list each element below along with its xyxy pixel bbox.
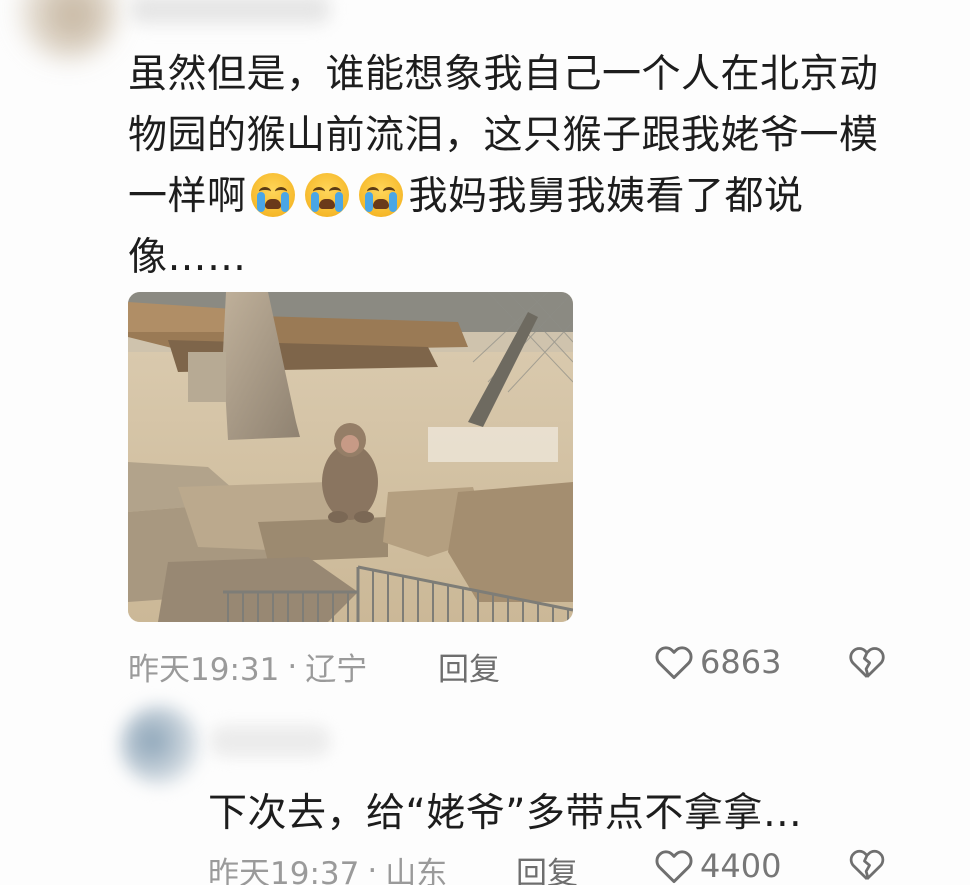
like-button[interactable]: 6863 <box>652 640 781 684</box>
loudly-crying-face-icon <box>358 173 403 217</box>
loudly-crying-face-icon <box>250 173 295 217</box>
comment-time: 昨天19:37 <box>208 856 360 885</box>
reply-button[interactable]: 回复 <box>438 644 500 689</box>
comment-location: 辽宁 <box>305 652 368 688</box>
heart-icon <box>655 850 693 884</box>
like-count: 4400 <box>700 847 782 885</box>
comment-meta: 昨天19:37 · 山东 <box>208 848 447 885</box>
comment-meta: 昨天19:31 · 辽宁 <box>128 644 367 689</box>
heart-icon <box>655 646 693 680</box>
reply-comment-text: 下次去，给“姥爷”多带点不拿拿… <box>208 791 803 836</box>
like-button[interactable]: 4400 <box>652 844 781 885</box>
broken-heart-icon[interactable] <box>846 844 888 885</box>
comment-text-fragment: 我妈我舅我姨看了都说 <box>408 174 804 219</box>
blurred-username[interactable] <box>210 725 330 757</box>
blurred-username[interactable] <box>130 0 330 24</box>
comment-line: 像…… <box>128 235 247 280</box>
monkey-photo-image <box>128 292 573 622</box>
meta-separator: · <box>287 648 298 685</box>
meta-separator: · <box>367 852 378 885</box>
comment-text-fragment: 一样啊 <box>128 174 247 219</box>
loudly-crying-face-icon <box>304 173 349 217</box>
comment-thread: 虽然但是，谁能想象我自己一个人在北京动 物园的猴山前流泪，这只猴子跟我姥爷一模 … <box>0 0 970 885</box>
like-count: 6863 <box>700 643 782 681</box>
blurred-avatar[interactable] <box>18 0 118 60</box>
blurred-avatar[interactable] <box>120 705 200 785</box>
comment-line: 物园的猴山前流泪，这只猴子跟我姥爷一模 <box>128 113 879 158</box>
comment-line: 虽然但是，谁能想象我自己一个人在北京动 <box>128 52 879 97</box>
comment-body: 虽然但是，谁能想象我自己一个人在北京动 物园的猴山前流泪，这只猴子跟我姥爷一模 … <box>128 44 908 288</box>
comment-time: 昨天19:31 <box>128 652 280 688</box>
comment-photo[interactable] <box>128 292 573 622</box>
comment-location: 山东 <box>385 856 448 885</box>
comment-line: 一样啊 我妈我舅我姨看了都说 <box>128 166 908 227</box>
broken-heart-icon[interactable] <box>846 640 888 684</box>
reply-button[interactable]: 回复 <box>516 848 578 885</box>
